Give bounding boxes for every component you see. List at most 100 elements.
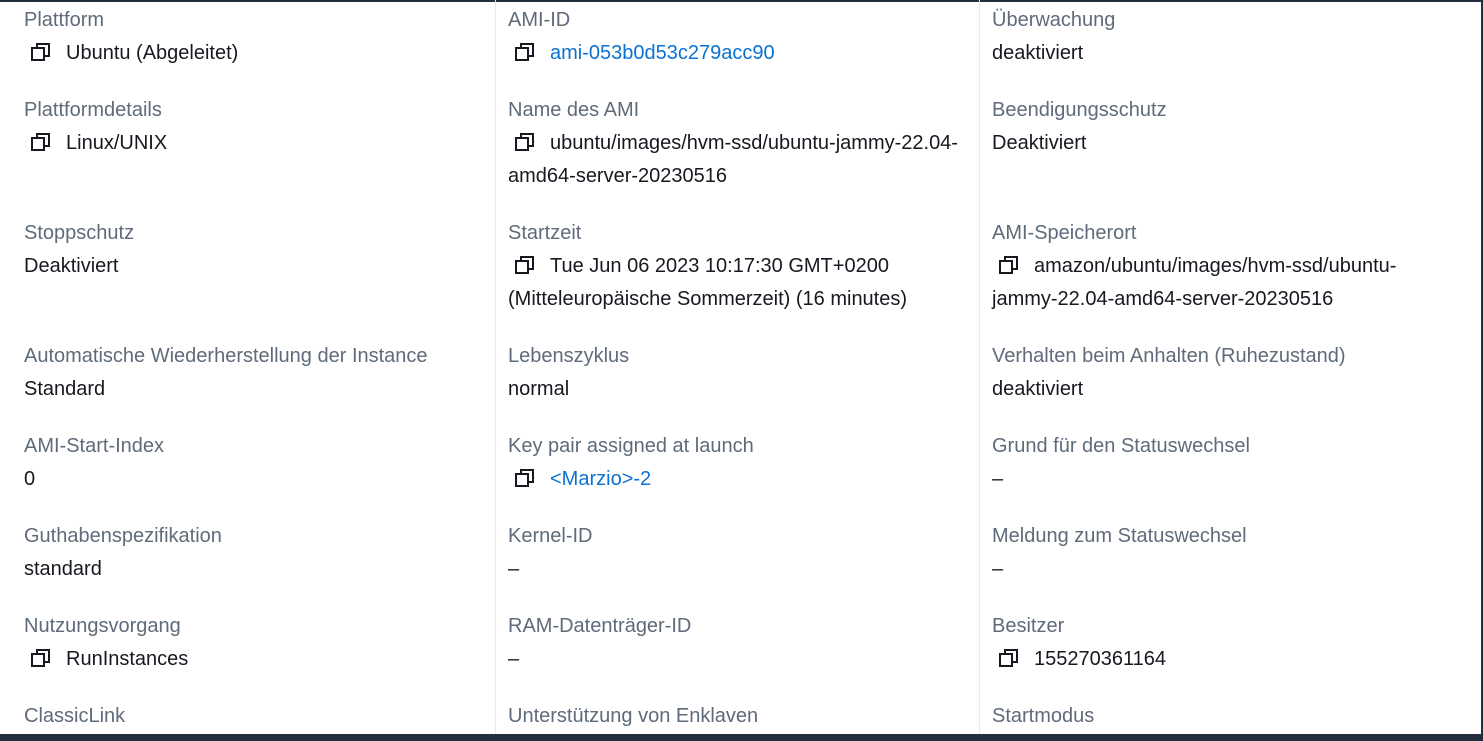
field-berwachung: Überwachung deaktiviert [992, 4, 1462, 70]
field-label: Key pair assigned at launch [508, 435, 754, 457]
field-verhalten-beim-anhalten-ruhezustand: Verhalten beim Anhalten (Ruhezustand) dea… [992, 340, 1462, 406]
field-value: RunInstances [24, 643, 474, 676]
field-value[interactable]: <Marzio>-2 [508, 463, 958, 496]
field-value: amazon/ubuntu/images/hvm-ssd/ubuntu-jamm… [992, 250, 1442, 316]
field-label: RAM-Datenträger-ID [508, 615, 692, 637]
field-label: Guthabenspezifikation [24, 525, 222, 547]
field-label: Stoppschutz [24, 222, 135, 244]
field-value: – [508, 553, 958, 586]
value-text: – [508, 648, 520, 670]
value-text: ubuntu/images/hvm-ssd/ubuntu-jammy-22.04… [508, 132, 958, 187]
value-text: amazon/ubuntu/images/hvm-ssd/ubuntu-jamm… [992, 255, 1397, 310]
field-stoppschutz: Stoppschutz Deaktiviert [24, 217, 484, 283]
field-lebenszyklus: Lebenszyklus normal [508, 340, 968, 406]
field-value: Deaktiviert [992, 127, 1442, 160]
value-text: normal [508, 378, 570, 400]
field-label: Überwachung [992, 9, 1116, 31]
copy-icon[interactable] [514, 131, 536, 153]
field-value: Ubuntu (Abgeleitet) [24, 37, 474, 70]
field-label: Kernel-ID [508, 525, 593, 547]
field-label: Beendigungsschutz [992, 99, 1167, 121]
field-plattform: Plattform Ubuntu (Abgeleitet) [24, 4, 484, 70]
details-column-3: Überwachung deaktiviert Beendigungsschutz D… [992, 0, 1462, 734]
field-name-des-ami: Name des AMI ubuntu/images/hvm-ssd/ubuntu… [508, 94, 968, 193]
field-value: Deaktiviert [24, 250, 474, 283]
field-value: deaktiviert [992, 373, 1442, 406]
value-text: Tue Jun 06 2023 10:17:30 GMT+0200 (Mitte… [508, 255, 908, 310]
copy-icon[interactable] [998, 254, 1020, 276]
field-value: – [508, 643, 958, 676]
field-value: Linux/UNIX [24, 127, 474, 160]
field-automatische-wiederherstellung-der-instance: Automatische Wiederherstellung der Insta… [24, 340, 484, 406]
field-label: AMI-Start-Index [24, 435, 165, 457]
field-label: ClassicLink [24, 705, 126, 727]
value-text: Ubuntu (Abgeleitet) [66, 42, 239, 64]
field-ami-id: AMI-ID ami-053b0d53c279acc90 [508, 4, 968, 70]
copy-icon[interactable] [30, 41, 52, 63]
field-meldung-zum-statuswechsel: Meldung zum Statuswechsel – [992, 520, 1462, 586]
bottom-bar [0, 734, 1483, 741]
field-value: 155270361164 [992, 643, 1442, 676]
copy-icon[interactable] [514, 467, 536, 489]
value-text: Linux/UNIX [66, 132, 168, 154]
field-value: Standard [24, 373, 474, 406]
field-beendigungsschutz: Beendigungsschutz Deaktiviert [992, 94, 1462, 160]
field-ami-speicherort: AMI-Speicherort amazon/ubuntu/images/hvm-… [992, 217, 1462, 316]
copy-icon[interactable] [514, 41, 536, 63]
field-classiclink: ClassicLink [24, 700, 484, 733]
copy-icon[interactable] [998, 647, 1020, 669]
field-label: AMI-ID [508, 9, 571, 31]
field-label: Plattform [24, 9, 105, 31]
value-text: – [508, 558, 520, 580]
field-startzeit: Startzeit Tue Jun 06 2023 10:17:30 GMT+02… [508, 217, 968, 316]
field-label: Name des AMI [508, 99, 640, 121]
value-text: 155270361164 [1034, 648, 1166, 670]
value-link[interactable]: ami-053b0d53c279acc90 [550, 42, 775, 64]
field-label: Unterstützung von Enklaven [508, 705, 759, 727]
value-text: deaktiviert [992, 42, 1084, 64]
field-value: 0 [24, 463, 474, 496]
field-ram-datentr-ger-id: RAM-Datenträger-ID – [508, 610, 968, 676]
field-startmodus: Startmodus [992, 700, 1462, 733]
copy-icon[interactable] [514, 254, 536, 276]
copy-icon[interactable] [30, 131, 52, 153]
field-label: Nutzungsvorgang [24, 615, 181, 637]
field-label: Startmodus [992, 705, 1095, 727]
field-value: ubuntu/images/hvm-ssd/ubuntu-jammy-22.04… [508, 127, 958, 193]
value-text: – [992, 468, 1004, 490]
value-text: Deaktiviert [24, 255, 119, 277]
value-text: – [992, 558, 1004, 580]
value-text: RunInstances [66, 648, 189, 670]
details-column-1: Plattform Ubuntu (Abgeleitet) Plattformdet… [24, 0, 484, 734]
field-value[interactable]: ami-053b0d53c279acc90 [508, 37, 958, 70]
field-value: deaktiviert [992, 37, 1442, 70]
field-ami-start-index: AMI-Start-Index 0 [24, 430, 484, 496]
field-label: Meldung zum Statuswechsel [992, 525, 1247, 547]
value-text: deaktiviert [992, 378, 1084, 400]
field-unterst-tzung-von-enklaven: Unterstützung von Enklaven [508, 700, 968, 733]
value-text: 0 [24, 468, 36, 490]
field-value: – [992, 463, 1442, 496]
copy-icon[interactable] [30, 647, 52, 669]
field-label: Lebenszyklus [508, 345, 630, 367]
instance-details-panel: Plattform Ubuntu (Abgeleitet) Plattformdet… [0, 0, 1483, 741]
column-divider [979, 0, 980, 734]
value-link[interactable]: <Marzio>-2 [550, 468, 651, 490]
field-label: Startzeit [508, 222, 582, 244]
field-kernel-id: Kernel-ID – [508, 520, 968, 586]
value-text: Standard [24, 378, 106, 400]
value-text: Deaktiviert [992, 132, 1087, 154]
field-besitzer: Besitzer 155270361164 [992, 610, 1462, 676]
field-value: normal [508, 373, 958, 406]
column-divider [495, 0, 496, 734]
field-value: standard [24, 553, 474, 586]
field-value: – [992, 553, 1442, 586]
field-grund-f-r-den-statuswechsel: Grund für den Statuswechsel – [992, 430, 1462, 496]
field-label: Automatische Wiederherstellung der Insta… [24, 345, 428, 367]
field-value: Tue Jun 06 2023 10:17:30 GMT+0200 (Mitte… [508, 250, 958, 316]
field-label: Grund für den Statuswechsel [992, 435, 1250, 457]
field-plattformdetails: Plattformdetails Linux/UNIX [24, 94, 484, 160]
field-key-pair-assigned-at-launch: Key pair assigned at launch <Marzio>-2 [508, 430, 968, 496]
field-label: Verhalten beim Anhalten (Ruhezustand) [992, 345, 1346, 367]
field-nutzungsvorgang: Nutzungsvorgang RunInstances [24, 610, 484, 676]
